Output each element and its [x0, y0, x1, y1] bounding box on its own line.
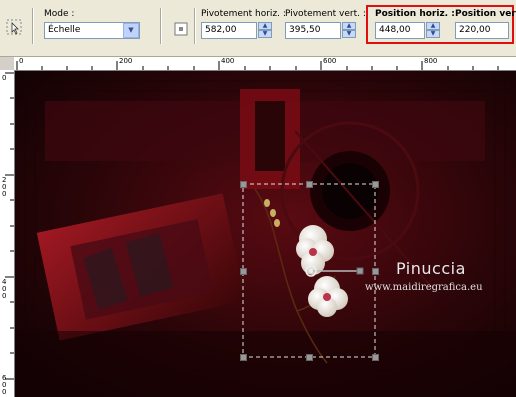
pos-h-value: 448,00 [379, 25, 411, 35]
toolbar-separator [160, 8, 162, 44]
image-canvas[interactable]: Pinuccia www.maidiregrafica.eu [15, 71, 516, 397]
ruler-corner [0, 57, 14, 70]
watermark-name: Pinuccia [396, 259, 466, 278]
pos-v-value: 220,00 [459, 25, 491, 35]
transform-pivot-icon[interactable] [172, 20, 190, 38]
resize-handle-e[interactable] [372, 268, 379, 275]
ruler-label: 6 0 0 [2, 374, 7, 396]
spin-up-icon[interactable]: ▲ [426, 22, 440, 30]
resize-handle-s[interactable] [306, 354, 313, 361]
pos-h-label: Position horiz. : [375, 9, 455, 19]
resize-handle-se[interactable] [372, 354, 379, 361]
pivot-h-spinner[interactable]: ▲ ▼ [258, 22, 272, 39]
mode-label: Mode : [44, 9, 75, 19]
spin-up-icon[interactable]: ▲ [342, 22, 356, 30]
pos-v-field[interactable]: 220,00 [455, 22, 509, 39]
watermark-url: www.maidiregrafica.eu [365, 282, 483, 293]
resize-handle-sw[interactable] [240, 354, 247, 361]
resize-handle-n[interactable] [306, 181, 313, 188]
ruler-ticks [16, 61, 499, 70]
pivot-v-label: Pivotement vert. : [285, 9, 366, 19]
ruler-label: 800 [424, 57, 438, 65]
pos-v-label: Position vert. : [455, 9, 516, 19]
resize-handle-w[interactable] [240, 268, 247, 275]
resize-handle-ne[interactable] [372, 181, 379, 188]
resize-handle-nw[interactable] [240, 181, 247, 188]
pivot-h-label: Pivotement horiz. : [201, 9, 286, 19]
ruler-label: 0 [2, 74, 7, 82]
pivot-v-spinner[interactable]: ▲ ▼ [342, 22, 356, 39]
ruler-label: 4 0 0 [2, 278, 7, 300]
pos-h-field[interactable]: 448,00 [375, 22, 425, 39]
pick-tool-icon[interactable] [5, 18, 23, 36]
spin-down-icon[interactable]: ▼ [342, 30, 356, 38]
spin-down-icon[interactable]: ▼ [258, 30, 272, 38]
ruler-ticks [5, 72, 14, 380]
ruler-label: 400 [221, 57, 235, 65]
toolbar-separator [32, 8, 34, 44]
tool-options-toolbar: Mode : Échelle ▼ Pivotement horiz. : 582… [0, 0, 516, 57]
horizontal-ruler: 0 200 400 600 800 [14, 57, 516, 71]
spin-down-icon[interactable]: ▼ [426, 30, 440, 38]
artwork [15, 71, 516, 397]
mode-select[interactable]: Échelle ▼ [44, 22, 140, 39]
mode-value: Échelle [48, 25, 81, 35]
chevron-down-icon[interactable]: ▼ [123, 23, 139, 38]
toolbar-separator [194, 8, 196, 44]
pivot-v-field[interactable]: 395,50 [285, 22, 341, 39]
ruler-label: 600 [323, 57, 337, 65]
ruler-label: 200 [119, 57, 133, 65]
ruler-label: 2 0 0 [2, 176, 7, 198]
pos-h-spinner[interactable]: ▲ ▼ [426, 22, 440, 39]
pivot-h-field[interactable]: 582,00 [201, 22, 257, 39]
pivot-h-value: 582,00 [205, 25, 237, 35]
ruler-label: 0 [19, 57, 24, 65]
vertical-ruler: 0 2 0 0 4 0 0 6 0 0 [0, 70, 15, 397]
pivot-v-value: 395,50 [289, 25, 321, 35]
spin-up-icon[interactable]: ▲ [258, 22, 272, 30]
